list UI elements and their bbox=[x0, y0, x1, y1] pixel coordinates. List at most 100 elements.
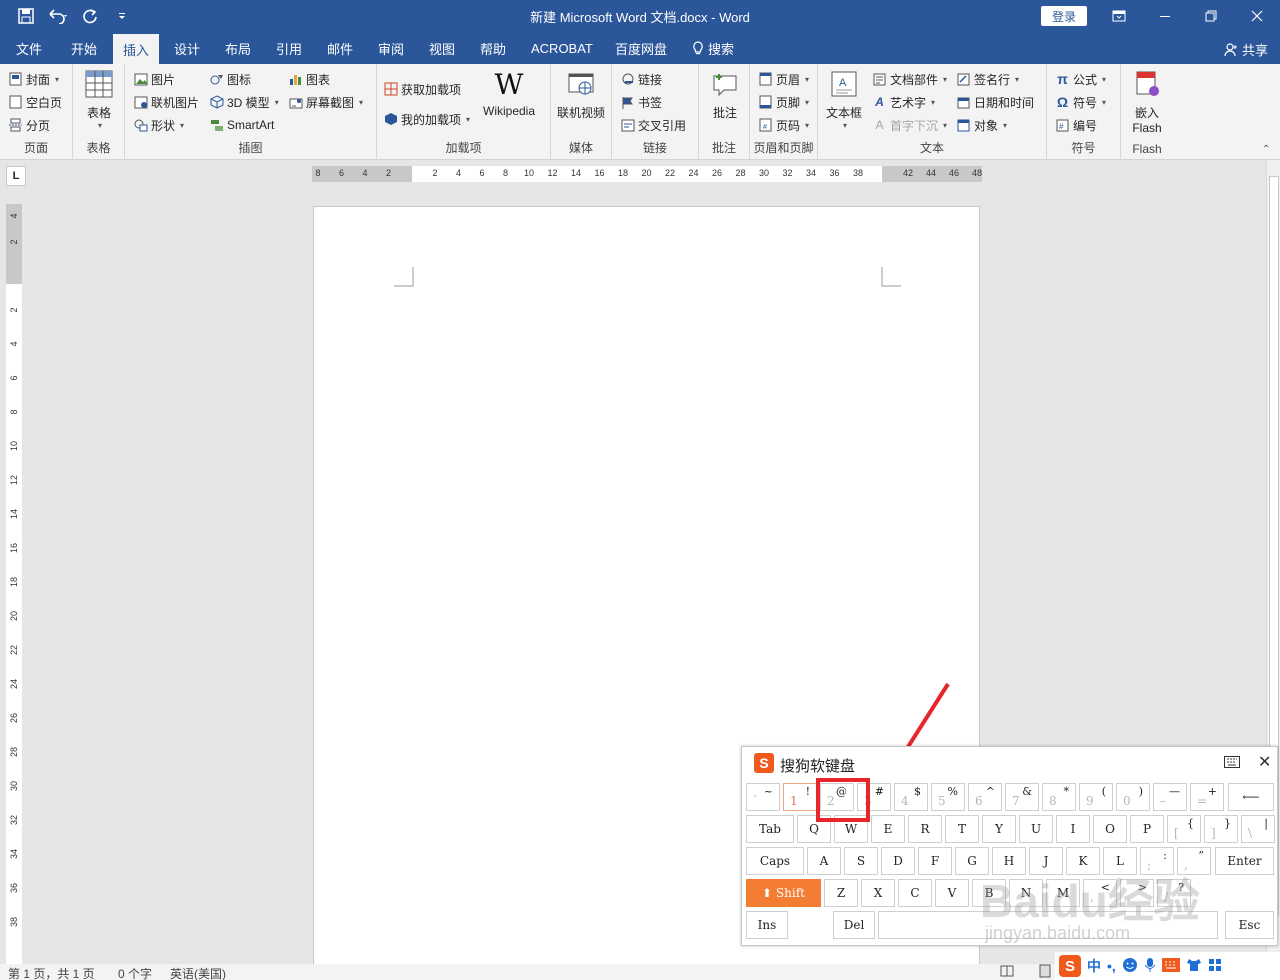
page-count[interactable]: 第 1 页，共 1 页 bbox=[8, 965, 95, 980]
blank-page-button[interactable]: 空白页 bbox=[8, 91, 62, 113]
key-r[interactable]: R bbox=[908, 815, 942, 843]
keyboard-icon[interactable] bbox=[1224, 756, 1240, 768]
key-y[interactable]: Y bbox=[982, 815, 1016, 843]
word-count[interactable]: 0 个字 bbox=[118, 965, 152, 980]
key-p[interactable]: P bbox=[1130, 815, 1164, 843]
key-v[interactable]: V bbox=[935, 879, 969, 907]
table-button[interactable]: 表格 ▾ bbox=[83, 68, 115, 130]
tab-design[interactable]: 设计 bbox=[164, 32, 210, 64]
key-z[interactable]: Z bbox=[824, 879, 858, 907]
read-mode-icon[interactable] bbox=[1000, 964, 1014, 980]
key-e[interactable]: E bbox=[871, 815, 905, 843]
key-i[interactable]: I bbox=[1056, 815, 1090, 843]
ime-mode[interactable]: 中 bbox=[1087, 956, 1101, 976]
restore-icon[interactable] bbox=[1188, 0, 1234, 32]
print-layout-icon[interactable] bbox=[1038, 964, 1052, 980]
online-video-button[interactable]: 联机视频 bbox=[557, 68, 605, 121]
quick-parts-button[interactable]: 文档部件 ▾ bbox=[872, 68, 947, 90]
shift-key[interactable]: ⬆ Shift bbox=[746, 879, 821, 907]
key-`[interactable]: ~ ` bbox=[746, 783, 780, 811]
tab-layout[interactable]: 布局 bbox=[215, 32, 261, 64]
enter-key[interactable]: Enter bbox=[1215, 847, 1274, 875]
del-key[interactable]: Del bbox=[833, 911, 875, 939]
key-bracket[interactable]: {[ bbox=[1167, 815, 1201, 843]
key-a[interactable]: A bbox=[807, 847, 841, 875]
backspace-key[interactable]: ⟵ bbox=[1228, 783, 1274, 811]
key-0[interactable]: ) 0 bbox=[1116, 783, 1150, 811]
tab-acrobat[interactable]: ACROBAT bbox=[521, 32, 603, 64]
skin-icon[interactable] bbox=[1186, 958, 1202, 975]
chart-button[interactable]: 图表 bbox=[288, 68, 330, 90]
vertical-ruler[interactable]: 4 2 2 4 6 8 10 12 14 16 18 20 22 24 26 28 30 32 34 36 38 bbox=[6, 204, 22, 964]
header-button[interactable]: 页眉 ▾ bbox=[758, 68, 809, 90]
tab-baidu-netdisk[interactable]: 百度网盘 bbox=[605, 32, 677, 64]
icons-button[interactable]: 图标 bbox=[209, 68, 251, 90]
soft-keyboard-toggle-icon[interactable] bbox=[1161, 957, 1180, 975]
screenshot-button[interactable]: 屏幕截图 ▾ bbox=[288, 91, 363, 113]
wikipedia-button[interactable]: W Wikipedia bbox=[483, 68, 535, 119]
key-o[interactable]: O bbox=[1093, 815, 1127, 843]
tab-mailings[interactable]: 邮件 bbox=[317, 32, 363, 64]
cover-page-button[interactable]: 封面 ▾ bbox=[8, 68, 59, 90]
key-f[interactable]: F bbox=[918, 847, 952, 875]
key-s[interactable]: S bbox=[844, 847, 878, 875]
language[interactable]: 英语(美国) bbox=[170, 965, 226, 980]
tab-search[interactable]: 搜索 bbox=[682, 32, 744, 64]
key-9[interactable]: (9 bbox=[1079, 783, 1113, 811]
tab-selector[interactable]: L bbox=[6, 166, 26, 186]
date-time-button[interactable]: 日期和时间 bbox=[956, 91, 1034, 113]
share-button[interactable]: 共享 bbox=[1224, 40, 1268, 59]
key-5[interactable]: % 5 bbox=[931, 783, 965, 811]
caps-key[interactable]: Caps bbox=[746, 847, 804, 875]
comment-button[interactable]: 批注 bbox=[709, 68, 741, 121]
emoji-icon[interactable] bbox=[1122, 957, 1138, 976]
key-x[interactable]: X bbox=[861, 879, 895, 907]
tab-key[interactable]: Tab bbox=[746, 815, 794, 843]
key-8[interactable]: * 8 bbox=[1042, 783, 1076, 811]
dropcap-button[interactable]: A 首字下沉 ▾ bbox=[872, 114, 947, 136]
equation-button[interactable]: π 公式 ▾ bbox=[1055, 68, 1106, 90]
3d-model-button[interactable]: 3D 模型 ▾ bbox=[209, 91, 279, 113]
link-button[interactable]: 链接 bbox=[620, 68, 662, 90]
picture-button[interactable]: 图片 bbox=[133, 68, 175, 90]
symbol-button[interactable]: Ω 符号 ▾ bbox=[1055, 91, 1106, 113]
minimize-icon[interactable] bbox=[1142, 0, 1188, 32]
key-u[interactable]: U bbox=[1019, 815, 1053, 843]
online-picture-button[interactable]: 联机图片 bbox=[133, 91, 199, 113]
cross-reference-button[interactable]: 交叉引用 bbox=[620, 114, 686, 136]
key-bracket[interactable]: | \ bbox=[1241, 815, 1275, 843]
tab-view[interactable]: 视图 bbox=[419, 32, 465, 64]
tab-file[interactable]: 文件 bbox=[6, 32, 52, 64]
shapes-button[interactable]: 形状 ▾ bbox=[133, 114, 184, 136]
toolbox-icon[interactable] bbox=[1208, 958, 1222, 975]
ins-key[interactable]: Ins bbox=[746, 911, 788, 939]
textbox-button[interactable]: A 文本框 ▾ bbox=[826, 68, 862, 130]
key-c[interactable]: C bbox=[898, 879, 932, 907]
key-1[interactable]: ! 1 bbox=[783, 783, 817, 811]
key-=[interactable]: + = bbox=[1190, 783, 1224, 811]
key-6[interactable]: ^ 6 bbox=[968, 783, 1002, 811]
tab-insert[interactable]: 插入 bbox=[113, 34, 160, 64]
embed-flash-button[interactable]: 嵌入 Flash bbox=[1131, 68, 1163, 135]
key-d[interactable]: D bbox=[881, 847, 915, 875]
footer-button[interactable]: 页脚 ▾ bbox=[758, 91, 809, 113]
number-button[interactable]: # 编号 bbox=[1055, 114, 1097, 136]
esc-key[interactable]: Esc bbox=[1225, 911, 1274, 939]
tab-help[interactable]: 帮助 bbox=[470, 32, 516, 64]
key-7[interactable]: & 7 bbox=[1005, 783, 1039, 811]
key-–[interactable]: — – bbox=[1153, 783, 1187, 811]
key-t[interactable]: T bbox=[945, 815, 979, 843]
tab-references[interactable]: 引用 bbox=[266, 32, 312, 64]
tab-review[interactable]: 审阅 bbox=[368, 32, 414, 64]
key-bracket[interactable]: }] bbox=[1204, 815, 1238, 843]
horizontal-ruler[interactable]: 8 6 4 2 2 4 6 8 10 12 14 16 18 20 22 24 26 28 30 32 34 36 38 42… bbox=[312, 166, 982, 182]
signature-line-button[interactable]: 签名行 ▾ bbox=[956, 68, 1019, 90]
bookmark-button[interactable]: 书签 bbox=[620, 91, 662, 113]
login-button[interactable]: 登录 bbox=[1041, 6, 1087, 26]
wordart-button[interactable]: A 艺术字 ▾ bbox=[872, 91, 935, 113]
page-break-button[interactable]: 分页 bbox=[8, 114, 50, 136]
key-4[interactable]: $4 bbox=[894, 783, 928, 811]
smartart-button[interactable]: SmartArt bbox=[209, 114, 274, 136]
object-button[interactable]: 对象 ▾ bbox=[956, 114, 1007, 136]
collapse-ribbon-icon[interactable]: ⌃ bbox=[1262, 144, 1270, 155]
